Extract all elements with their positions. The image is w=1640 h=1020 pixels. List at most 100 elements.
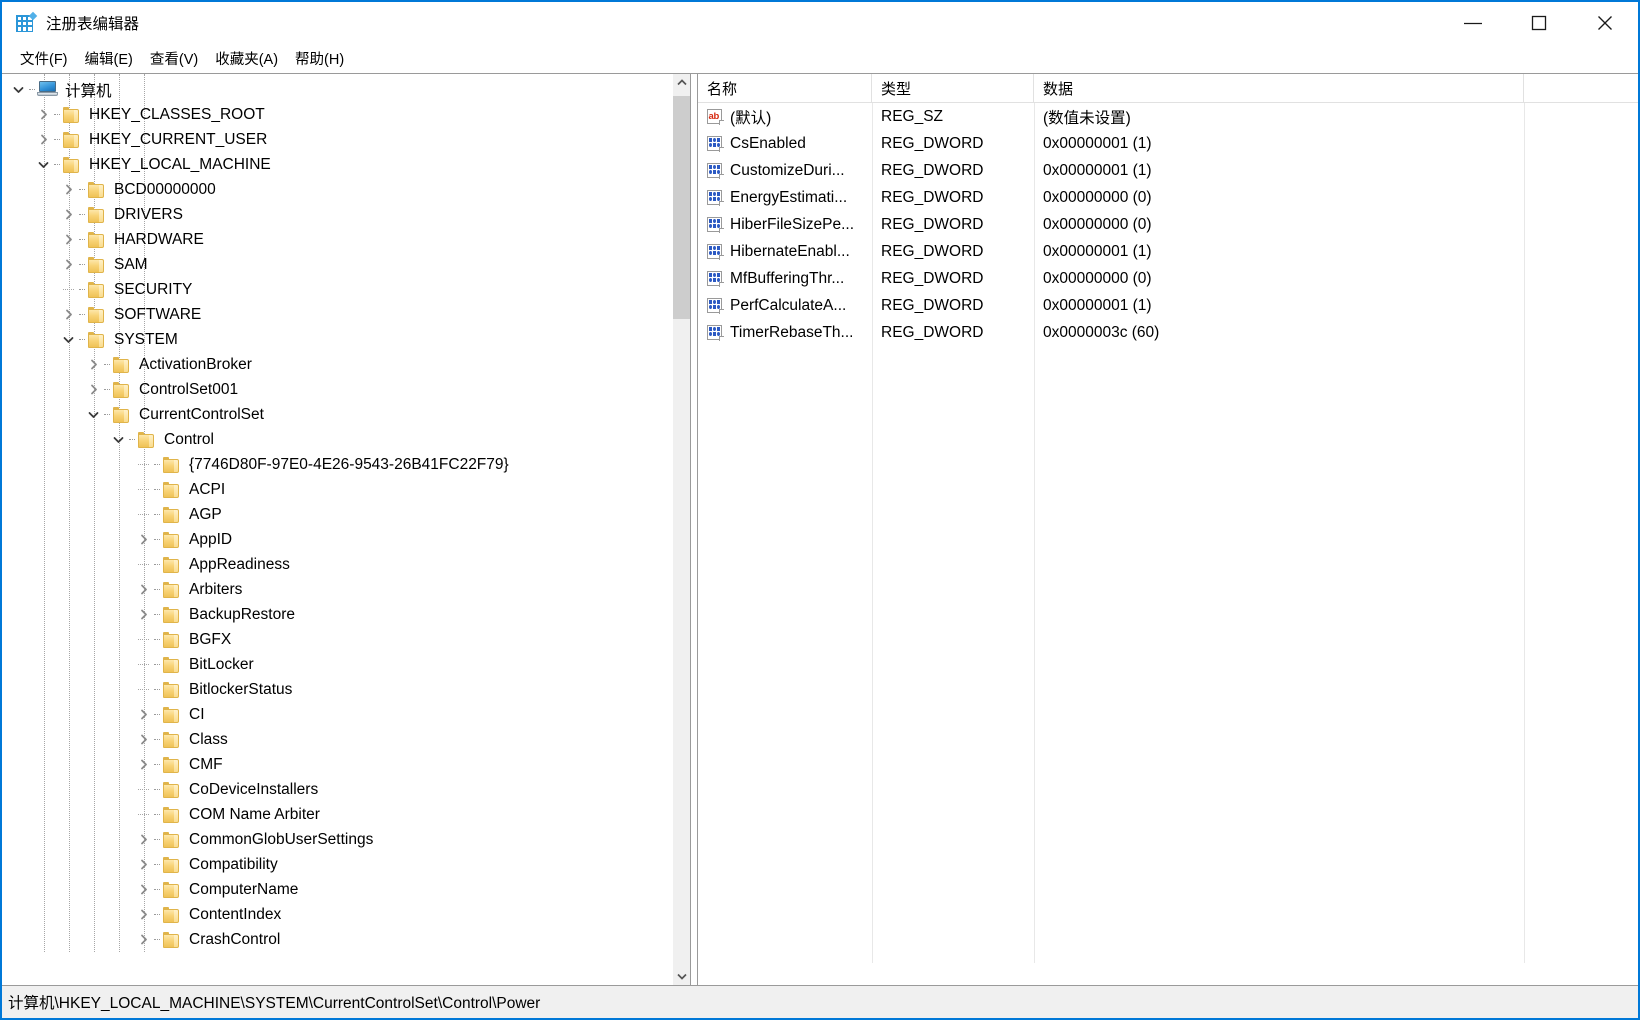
tree-node[interactable]: ComputerName bbox=[2, 877, 672, 902]
chevron-right-icon[interactable] bbox=[60, 302, 77, 327]
tree-node-label: SECURITY bbox=[114, 280, 193, 298]
chevron-right-icon[interactable] bbox=[135, 527, 152, 552]
value-data-cell: 0x00000001 (1) bbox=[1034, 130, 1524, 157]
chevron-down-icon[interactable] bbox=[10, 77, 27, 102]
scroll-down-arrow-icon[interactable] bbox=[673, 968, 690, 985]
chevron-right-icon[interactable] bbox=[135, 902, 152, 927]
dword-value-icon bbox=[707, 162, 724, 179]
tree-node[interactable]: HKEY_CLASSES_ROOT bbox=[2, 102, 672, 127]
chevron-down-icon[interactable] bbox=[60, 327, 77, 352]
value-data-cell: 0x00000000 (0) bbox=[1034, 184, 1524, 211]
menu-item-favorites[interactable]: 收藏夹(A) bbox=[208, 46, 285, 72]
menu-item-help[interactable]: 帮助(H) bbox=[288, 46, 351, 72]
scroll-up-arrow-icon[interactable] bbox=[673, 74, 690, 91]
value-row[interactable]: ab (默认) REG_SZ (数值未设置) bbox=[698, 103, 1638, 130]
tree-node[interactable]: 计算机 bbox=[2, 77, 672, 102]
chevron-down-icon[interactable] bbox=[110, 427, 127, 452]
tree-node[interactable]: BitlockerStatus bbox=[2, 677, 672, 702]
chevron-right-icon[interactable] bbox=[35, 127, 52, 152]
value-row[interactable]: MfBufferingThr... REG_DWORD 0x00000000 (0) bbox=[698, 265, 1638, 292]
tree-node[interactable]: CommonGlobUserSettings bbox=[2, 827, 672, 852]
value-row[interactable]: CsEnabled REG_DWORD 0x00000001 (1) bbox=[698, 130, 1638, 157]
tree-node[interactable]: Arbiters bbox=[2, 577, 672, 602]
tree-node[interactable]: HKEY_LOCAL_MACHINE bbox=[2, 152, 672, 177]
menu-item-edit[interactable]: 编辑(E) bbox=[78, 46, 140, 72]
chevron-right-icon[interactable] bbox=[60, 177, 77, 202]
menu-item-file[interactable]: 文件(F) bbox=[13, 46, 75, 72]
tree-node[interactable]: CoDeviceInstallers bbox=[2, 777, 672, 802]
registry-tree[interactable]: 计算机 HKEY_CLASSES_ROOT HKEY_CURRENT_USER HKE… bbox=[2, 74, 672, 952]
tree-node[interactable]: SOFTWARE bbox=[2, 302, 672, 327]
column-header-type[interactable]: 类型 bbox=[872, 74, 1034, 102]
chevron-right-icon[interactable] bbox=[85, 377, 102, 402]
chevron-right-icon[interactable] bbox=[60, 227, 77, 252]
tree-node[interactable]: ACPI bbox=[2, 477, 672, 502]
chevron-right-icon[interactable] bbox=[35, 102, 52, 127]
folder-icon bbox=[62, 156, 81, 173]
tree-connector bbox=[135, 502, 152, 527]
tree-scrollbar-thumb[interactable] bbox=[673, 96, 690, 320]
tree-node[interactable]: BackupRestore bbox=[2, 602, 672, 627]
tree-node[interactable]: HKEY_CURRENT_USER bbox=[2, 127, 672, 152]
folder-icon bbox=[162, 756, 181, 773]
maximize-button[interactable] bbox=[1506, 2, 1572, 44]
tree-node[interactable]: ActivationBroker bbox=[2, 352, 672, 377]
chevron-down-icon[interactable] bbox=[35, 152, 52, 177]
chevron-right-icon[interactable] bbox=[135, 827, 152, 852]
value-row[interactable]: TimerRebaseTh... REG_DWORD 0x0000003c (60) bbox=[698, 319, 1638, 346]
value-name-cell: TimerRebaseTh... bbox=[698, 319, 872, 346]
tree-node[interactable]: ControlSet001 bbox=[2, 377, 672, 402]
pane-splitter[interactable] bbox=[690, 74, 698, 985]
tree-connector bbox=[102, 377, 112, 402]
chevron-right-icon[interactable] bbox=[135, 852, 152, 877]
menu-item-view[interactable]: 查看(V) bbox=[143, 46, 205, 72]
tree-node[interactable]: HARDWARE bbox=[2, 227, 672, 252]
tree-node[interactable]: SECURITY bbox=[2, 277, 672, 302]
folder-icon bbox=[112, 406, 131, 423]
tree-node[interactable]: {7746D80F-97E0-4E26-9543-26B41FC22F79} bbox=[2, 452, 672, 477]
tree-vertical-scrollbar[interactable] bbox=[672, 74, 690, 985]
chevron-down-icon[interactable] bbox=[85, 402, 102, 427]
tree-node[interactable]: ContentIndex bbox=[2, 902, 672, 927]
value-name-cell: CustomizeDuri... bbox=[698, 157, 872, 184]
tree-node[interactable]: BCD00000000 bbox=[2, 177, 672, 202]
close-button[interactable] bbox=[1572, 2, 1638, 44]
chevron-right-icon[interactable] bbox=[135, 927, 152, 952]
column-header-name[interactable]: 名称 bbox=[698, 74, 872, 102]
value-row[interactable]: HiberFileSizePe... REG_DWORD 0x00000000 (0… bbox=[698, 211, 1638, 238]
chevron-right-icon[interactable] bbox=[135, 727, 152, 752]
column-header-data[interactable]: 数据 bbox=[1034, 74, 1524, 102]
chevron-right-icon[interactable] bbox=[135, 577, 152, 602]
tree-node[interactable]: AppID bbox=[2, 527, 672, 552]
tree-node[interactable]: SYSTEM bbox=[2, 327, 672, 352]
tree-node[interactable]: SAM bbox=[2, 252, 672, 277]
tree-node[interactable]: DRIVERS bbox=[2, 202, 672, 227]
chevron-right-icon[interactable] bbox=[85, 352, 102, 377]
chevron-right-icon[interactable] bbox=[135, 752, 152, 777]
tree-node[interactable]: CMF bbox=[2, 752, 672, 777]
tree-node[interactable]: Control bbox=[2, 427, 672, 452]
chevron-right-icon[interactable] bbox=[60, 252, 77, 277]
tree-node[interactable]: COM Name Arbiter bbox=[2, 802, 672, 827]
tree-node[interactable]: Class bbox=[2, 727, 672, 752]
tree-node[interactable]: CurrentControlSet bbox=[2, 402, 672, 427]
chevron-right-icon[interactable] bbox=[135, 877, 152, 902]
chevron-right-icon[interactable] bbox=[135, 702, 152, 727]
value-row[interactable]: EnergyEstimati... REG_DWORD 0x00000000 (0) bbox=[698, 184, 1638, 211]
tree-node[interactable]: BGFX bbox=[2, 627, 672, 652]
tree-node[interactable]: BitLocker bbox=[2, 652, 672, 677]
tree-node-label: ContentIndex bbox=[189, 905, 282, 923]
value-row[interactable]: PerfCalculateA... REG_DWORD 0x00000001 (1) bbox=[698, 292, 1638, 319]
value-row[interactable]: HibernateEnabl... REG_DWORD 0x00000001 (1) bbox=[698, 238, 1638, 265]
chevron-right-icon[interactable] bbox=[60, 202, 77, 227]
value-row[interactable]: CustomizeDuri... REG_DWORD 0x00000001 (1) bbox=[698, 157, 1638, 184]
tree-node[interactable]: CrashControl bbox=[2, 927, 672, 952]
values-list[interactable]: ab (默认) REG_SZ (数值未设置) CsEnabled REG_DWORD 0x0… bbox=[698, 103, 1638, 963]
chevron-right-icon[interactable] bbox=[135, 602, 152, 627]
tree-node[interactable]: AGP bbox=[2, 502, 672, 527]
tree-node-label: ControlSet001 bbox=[139, 380, 239, 398]
tree-node[interactable]: Compatibility bbox=[2, 852, 672, 877]
tree-node[interactable]: CI bbox=[2, 702, 672, 727]
minimize-button[interactable] bbox=[1440, 2, 1506, 44]
tree-node[interactable]: AppReadiness bbox=[2, 552, 672, 577]
